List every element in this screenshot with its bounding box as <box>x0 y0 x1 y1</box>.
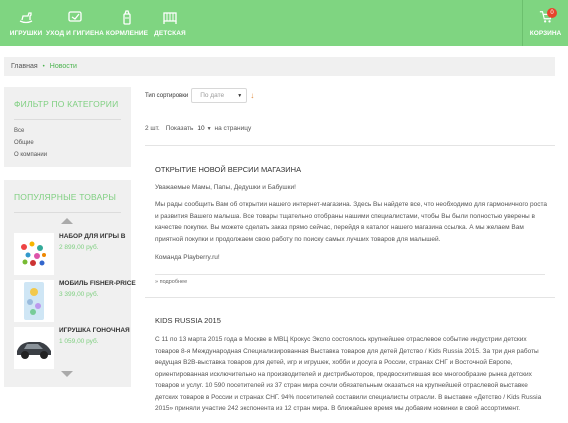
product-thumbnail[interactable] <box>14 233 54 275</box>
breadcrumb-current: Новости <box>49 63 77 70</box>
filter-item-all[interactable]: Все <box>14 128 121 134</box>
show-label: Показать <box>165 125 194 132</box>
popular-products-panel: ПОПУЛЯРНЫЕ ТОВАРЫ НАБОР ДЛЯ ИГРЫ В 2 899… <box>4 180 136 387</box>
popular-product-item[interactable]: МОБИЛЬ FISHER-PRICE 3 399,00 руб. <box>14 280 136 322</box>
pagination-controls: 2 шт. Показать 10 ▼ на страницу <box>145 125 251 132</box>
baby-bottle-icon <box>123 10 131 25</box>
nav-item-feeding[interactable]: КОРМЛЕНИЕ <box>105 0 149 46</box>
category-filter-title: ФИЛЬТР ПО КАТЕГОРИИ <box>14 99 119 109</box>
nav-item-label: КОРМЛЕНИЕ <box>105 30 149 37</box>
nav-item-care[interactable]: УХОД И ГИГИЕНА <box>46 0 104 46</box>
sort-select-value: По дате <box>200 92 225 99</box>
chevron-down-icon[interactable]: ▼ <box>207 126 212 132</box>
care-hand-icon <box>68 11 82 22</box>
nav-item-nursery[interactable]: ДЕТСКАЯ <box>154 0 186 46</box>
product-price: 1 059,00 руб. <box>59 338 99 345</box>
per-page-select[interactable]: 10 <box>197 125 204 132</box>
article-greeting: Уважаемые Мамы, Папы, Дедушки и Бабушки! <box>155 184 296 191</box>
items-count: 2 шт. <box>145 125 160 132</box>
divider <box>155 274 545 275</box>
article-body: С 11 по 13 марта 2015 года в Москве в МВ… <box>155 336 542 412</box>
product-price: 3 399,00 руб. <box>59 291 99 298</box>
carousel-up-arrow-icon[interactable] <box>61 218 73 224</box>
sort-direction-icon[interactable]: ↓ <box>250 91 254 100</box>
carousel-down-arrow-icon[interactable] <box>61 371 73 377</box>
cart-label: КОРЗИНА <box>529 29 562 37</box>
sort-controls: Тип сортировки По дате ▼ ↓ <box>145 88 254 103</box>
product-thumbnail[interactable] <box>14 280 54 322</box>
rocking-horse-icon <box>19 12 33 24</box>
popular-product-item[interactable]: ИГРУШКА ГОНОЧНАЯ 1 059,00 руб. <box>14 327 130 369</box>
read-more-link[interactable]: » подробнее <box>155 279 187 285</box>
nav-item-toys[interactable]: ИГРУШКИ <box>9 0 43 46</box>
popular-product-item[interactable]: НАБОР ДЛЯ ИГРЫ В 2 899,00 руб. <box>14 233 129 275</box>
product-thumbnail[interactable] <box>14 327 54 369</box>
breadcrumb-separator: • <box>42 63 45 70</box>
product-name[interactable]: ИГРУШКА ГОНОЧНАЯ <box>59 327 130 334</box>
sort-label: Тип сортировки <box>145 92 189 99</box>
category-filter-list: Все Общие О компании <box>4 120 131 158</box>
chevron-down-icon: ▼ <box>237 92 243 99</box>
breadcrumb: Главная • Новости <box>4 57 555 76</box>
popular-products-title: ПОПУЛЯРНЫЕ ТОВАРЫ <box>14 192 117 202</box>
nav-item-label: УХОД И ГИГИЕНА <box>46 30 104 37</box>
article-signature: Команда Playberry.ru! <box>155 254 220 261</box>
cart-count-badge: 0 <box>547 8 557 18</box>
per-page-suffix: на страницу <box>214 125 252 132</box>
article-title[interactable]: KIDS RUSSIA 2015 <box>155 316 221 325</box>
product-name[interactable]: НАБОР ДЛЯ ИГРЫ В <box>59 233 125 240</box>
category-filter-panel: ФИЛЬТР ПО КАТЕГОРИИ Все Общие О компании <box>4 87 131 167</box>
cart-button[interactable]: 0 КОРЗИНА <box>522 0 568 46</box>
nav-item-label: ИГРУШКИ <box>9 30 43 37</box>
divider <box>145 297 555 298</box>
divider <box>14 212 121 213</box>
divider <box>145 145 555 146</box>
product-price: 2 899,00 руб. <box>59 244 99 251</box>
filter-item-about[interactable]: О компании <box>14 152 121 158</box>
crib-icon <box>163 12 177 24</box>
article-body: Мы рады сообщить Вам об открытии нашего … <box>155 201 547 243</box>
article-title[interactable]: ОТКРЫТИЕ НОВОЙ ВЕРСИИ МАГАЗИНА <box>155 165 301 174</box>
sort-select[interactable]: По дате ▼ <box>191 88 248 103</box>
product-name[interactable]: МОБИЛЬ FISHER-PRICE <box>59 280 136 287</box>
top-navbar: ИГРУШКИ УХОД И ГИГИЕНА КОРМЛЕНИЕ ДЕТСКАЯ <box>0 0 568 46</box>
breadcrumb-home-link[interactable]: Главная <box>11 63 38 70</box>
nav-item-label: ДЕТСКАЯ <box>154 30 186 37</box>
filter-item-general[interactable]: Общие <box>14 140 121 146</box>
